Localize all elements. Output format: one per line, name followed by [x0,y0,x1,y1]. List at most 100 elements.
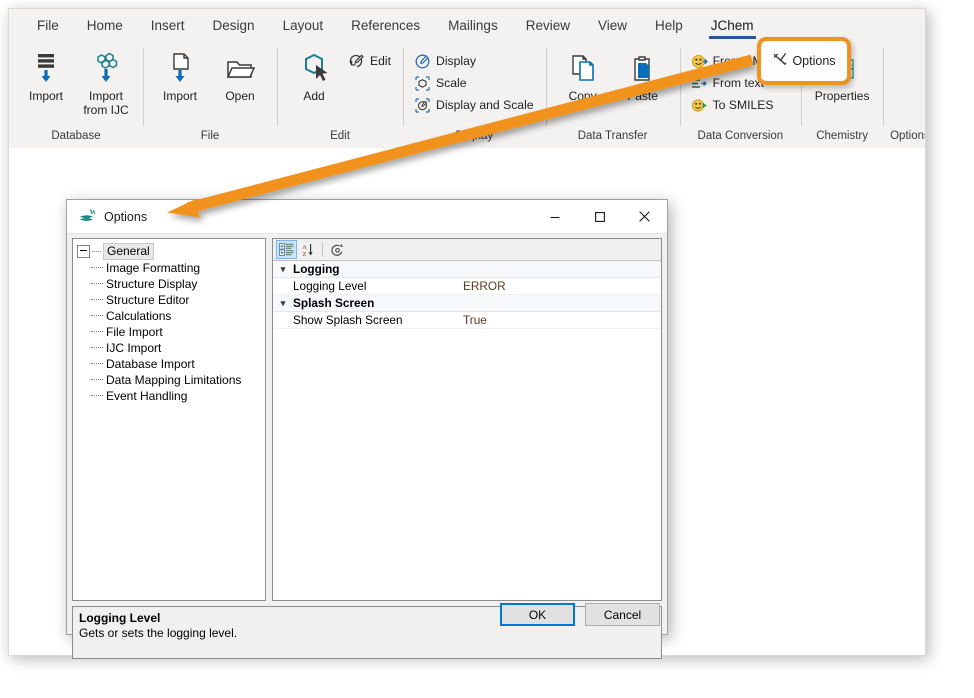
property-category-logging[interactable]: ▾ Logging [273,261,661,278]
tab-review[interactable]: Review [512,14,584,39]
property-description-text: Gets or sets the logging level. [79,626,655,641]
collapse-icon[interactable] [77,245,90,258]
tree-item-image-formatting[interactable]: Image Formatting [77,260,265,276]
tree-connector [92,251,101,253]
group-label-edit: Edit [284,129,396,148]
folder-open-icon [223,51,257,87]
tree-item-calculations-label: Calculations [106,309,171,323]
options-wrench-icon [772,51,788,72]
property-name-logging-level: Logging Level [273,279,463,293]
group-label-data-transfer: Data Transfer [553,129,673,148]
property-value-show-splash-screen[interactable]: True [463,313,487,327]
ribbon-group-options: Options [883,43,926,148]
property-value-logging-level[interactable]: ERROR [463,279,506,293]
import-from-ijc-button[interactable]: Import from IJC [76,48,136,117]
dialog-button-bar: OK Cancel [490,603,660,626]
property-row-logging-level[interactable]: Logging Level ERROR [273,278,661,295]
ok-button[interactable]: OK [500,603,575,626]
tree-item-database-import[interactable]: Database Import [77,356,265,372]
group-label-chemistry: Chemistry [808,129,876,148]
tree-item-structure-editor[interactable]: Structure Editor [77,292,265,308]
tree-item-calculations[interactable]: Calculations [77,308,265,324]
tab-insert[interactable]: Insert [137,14,199,39]
group-label-display: Display [410,129,539,148]
property-category-splash-screen-label: Splash Screen [293,296,463,310]
display-and-scale-label: Display and Scale [436,98,534,112]
properties-label: Properties [815,89,870,103]
edit-structure-label: Edit [370,54,391,68]
tree-item-general[interactable]: General [77,243,265,260]
options-dialog-titlebar[interactable]: W Options [67,200,667,234]
tab-view[interactable]: View [584,14,641,39]
property-grid[interactable]: ▾ Logging Logging Level ERROR ▾ Splash S… [273,261,661,600]
edit-add-button[interactable]: Add [284,48,344,103]
scale-label: Scale [436,76,467,90]
group-label-data-conversion: Data Conversion [687,129,795,148]
reset-properties-icon[interactable] [327,240,348,259]
tree-item-structure-display[interactable]: Structure Display [77,276,265,292]
chevron-down-icon[interactable]: ▾ [273,298,293,309]
import-from-ijc-label: Import from IJC [83,89,128,117]
database-import-button[interactable]: Import [16,48,76,103]
file-import-label: Import [163,89,197,103]
tab-home[interactable]: Home [73,14,137,39]
tab-jchem[interactable]: JChem [697,14,768,39]
tree-item-image-formatting-label: Image Formatting [106,261,200,275]
chevron-down-icon[interactable]: ▾ [273,264,293,275]
paste-icon [627,51,659,87]
tab-mailings[interactable]: Mailings [434,14,512,39]
property-category-logging-label: Logging [293,262,463,276]
property-category-splash-screen[interactable]: ▾ Splash Screen [273,295,661,312]
from-smiles-icon [690,52,709,70]
alphabetical-sort-icon[interactable]: A Z [297,240,318,259]
file-import-icon [165,51,195,87]
tree-item-ijc-import-label: IJC Import [106,341,161,355]
tab-design[interactable]: Design [199,14,269,39]
tab-help[interactable]: Help [641,14,697,39]
options-ribbon-button[interactable]: Options [757,37,851,85]
maximize-button[interactable] [577,201,622,233]
screenshot-root: File Home Insert Design Layout Reference… [0,0,974,698]
database-import-icon [31,51,61,87]
tree-item-ijc-import[interactable]: IJC Import [77,340,265,356]
group-label-database: Database [16,129,136,148]
tree-connector [91,331,103,333]
categorized-view-icon[interactable] [276,240,297,259]
options-dialog-main: General Image Formatting Structure Displ… [72,238,662,601]
property-row-show-splash-screen[interactable]: Show Splash Screen True [273,312,661,329]
toolbar-separator [322,242,323,257]
tree-connector [91,267,103,269]
minimize-button[interactable] [532,201,577,233]
ribbon-group-display: Display Scale [403,43,546,148]
ribbon-group-file: Import Open File [143,43,277,148]
cancel-button[interactable]: Cancel [585,603,660,626]
tree-item-file-import[interactable]: File Import [77,324,265,340]
ribbon-group-data-transfer: Copy Paste Data Transfer [546,43,680,148]
display-and-scale-button[interactable]: Display and Scale [410,94,539,116]
tree-item-event-handling-label: Event Handling [106,389,187,403]
to-smiles-button[interactable]: To SMILES [687,94,795,116]
database-import-label: Import [29,89,63,103]
options-category-tree[interactable]: General Image Formatting Structure Displ… [72,238,266,601]
tab-references[interactable]: References [337,14,434,39]
display-and-scale-icon [413,96,432,114]
close-button[interactable] [622,201,667,233]
paste-label: Paste [627,89,658,103]
display-button[interactable]: Display [410,50,539,72]
options-dialog: W Options General [66,199,668,635]
tree-connector [91,283,103,285]
file-open-button[interactable]: Open [210,48,270,103]
tab-layout[interactable]: Layout [269,14,338,39]
edit-structure-button[interactable]: Edit [344,50,396,72]
options-dialog-body: General Image Formatting Structure Displ… [67,233,667,634]
copy-button[interactable]: Copy [553,48,613,103]
paste-button[interactable]: Paste [613,48,673,103]
scale-button[interactable]: Scale [410,72,539,94]
ribbon-group-edit: Add Edit [277,43,403,148]
tree-item-data-mapping-limitations[interactable]: Data Mapping Limitations [77,372,265,388]
file-import-button[interactable]: Import [150,48,210,103]
display-label: Display [436,54,476,68]
tab-file[interactable]: File [23,14,73,39]
tree-connector [91,379,103,381]
tree-item-event-handling[interactable]: Event Handling [77,388,265,404]
